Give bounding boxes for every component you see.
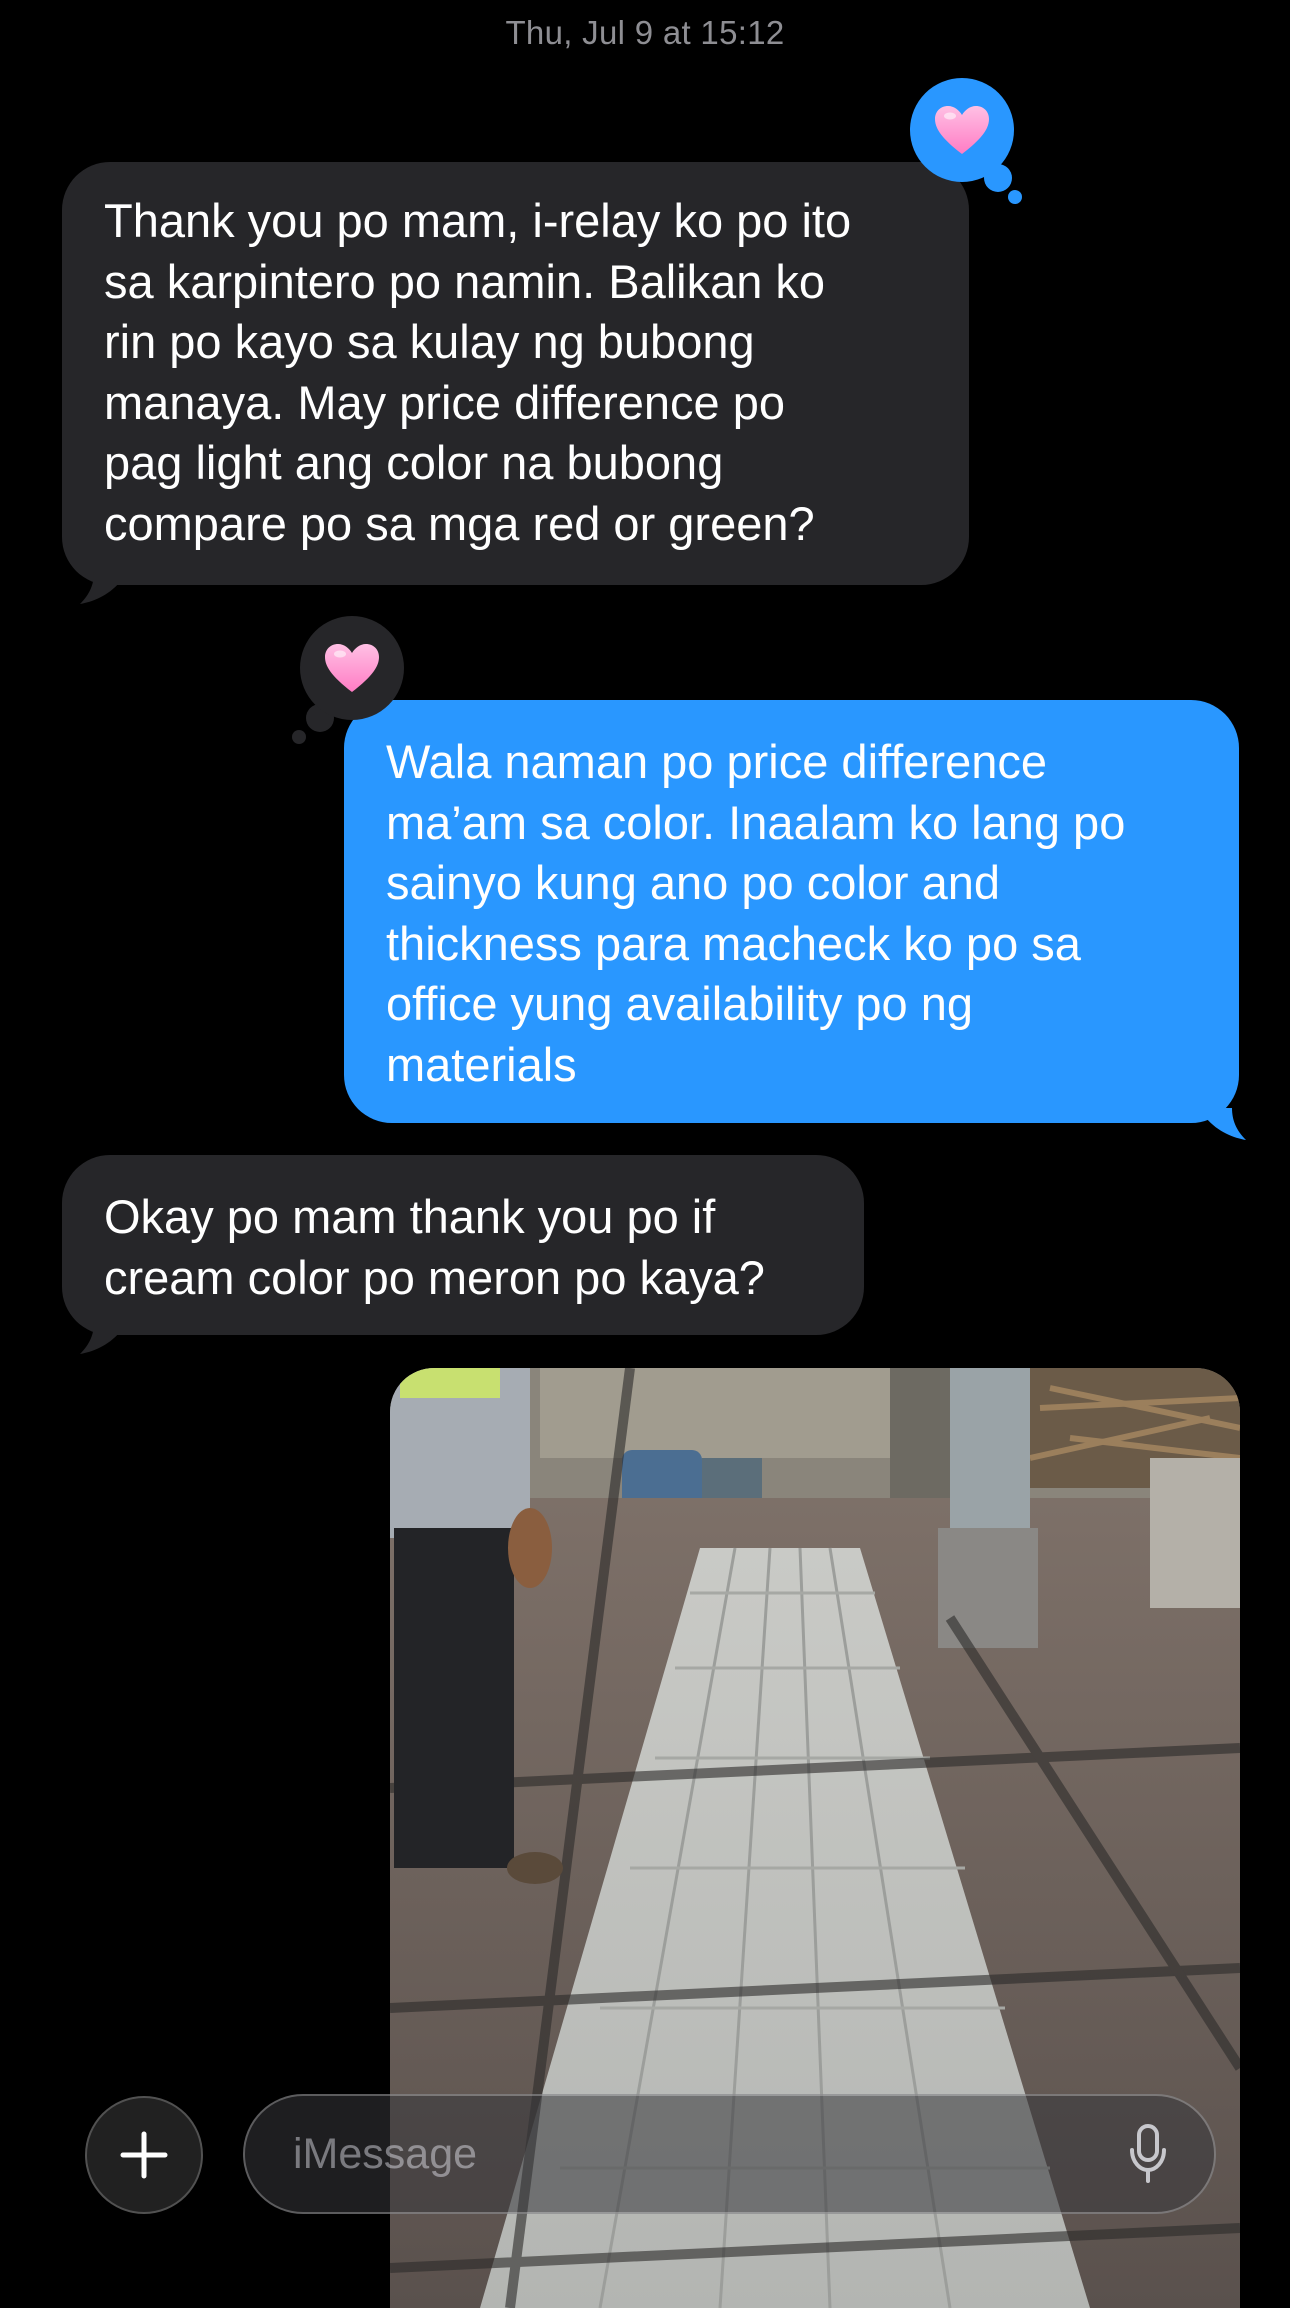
bubble-tail: [1206, 1108, 1246, 1140]
outgoing-message-bubble[interactable]: Wala naman po price difference ma’am sa …: [344, 700, 1239, 1123]
microphone-icon[interactable]: [1128, 2124, 1168, 2184]
add-attachment-button[interactable]: [85, 2096, 203, 2214]
timestamp: Thu, Jul 9 at 15:12: [505, 14, 785, 51]
plus-icon: [120, 2131, 168, 2179]
message-input[interactable]: iMessage: [243, 2094, 1216, 2214]
tapback-dot: [1008, 190, 1022, 204]
message-input-placeholder: iMessage: [293, 2129, 478, 2178]
incoming-message-bubble[interactable]: Thank you po mam, i-relay ko po ito sa k…: [62, 162, 969, 585]
bubble-tail: [80, 1322, 120, 1354]
incoming-message-bubble[interactable]: Okay po mam thank you po if cream color …: [62, 1155, 864, 1335]
heart-icon: [935, 106, 989, 154]
tapback-heart-badge[interactable]: [300, 616, 404, 720]
heart-icon: [325, 644, 379, 692]
bubble-tail: [80, 572, 120, 604]
tapback-dot: [292, 730, 306, 744]
tapback-heart-badge[interactable]: [910, 78, 1014, 182]
